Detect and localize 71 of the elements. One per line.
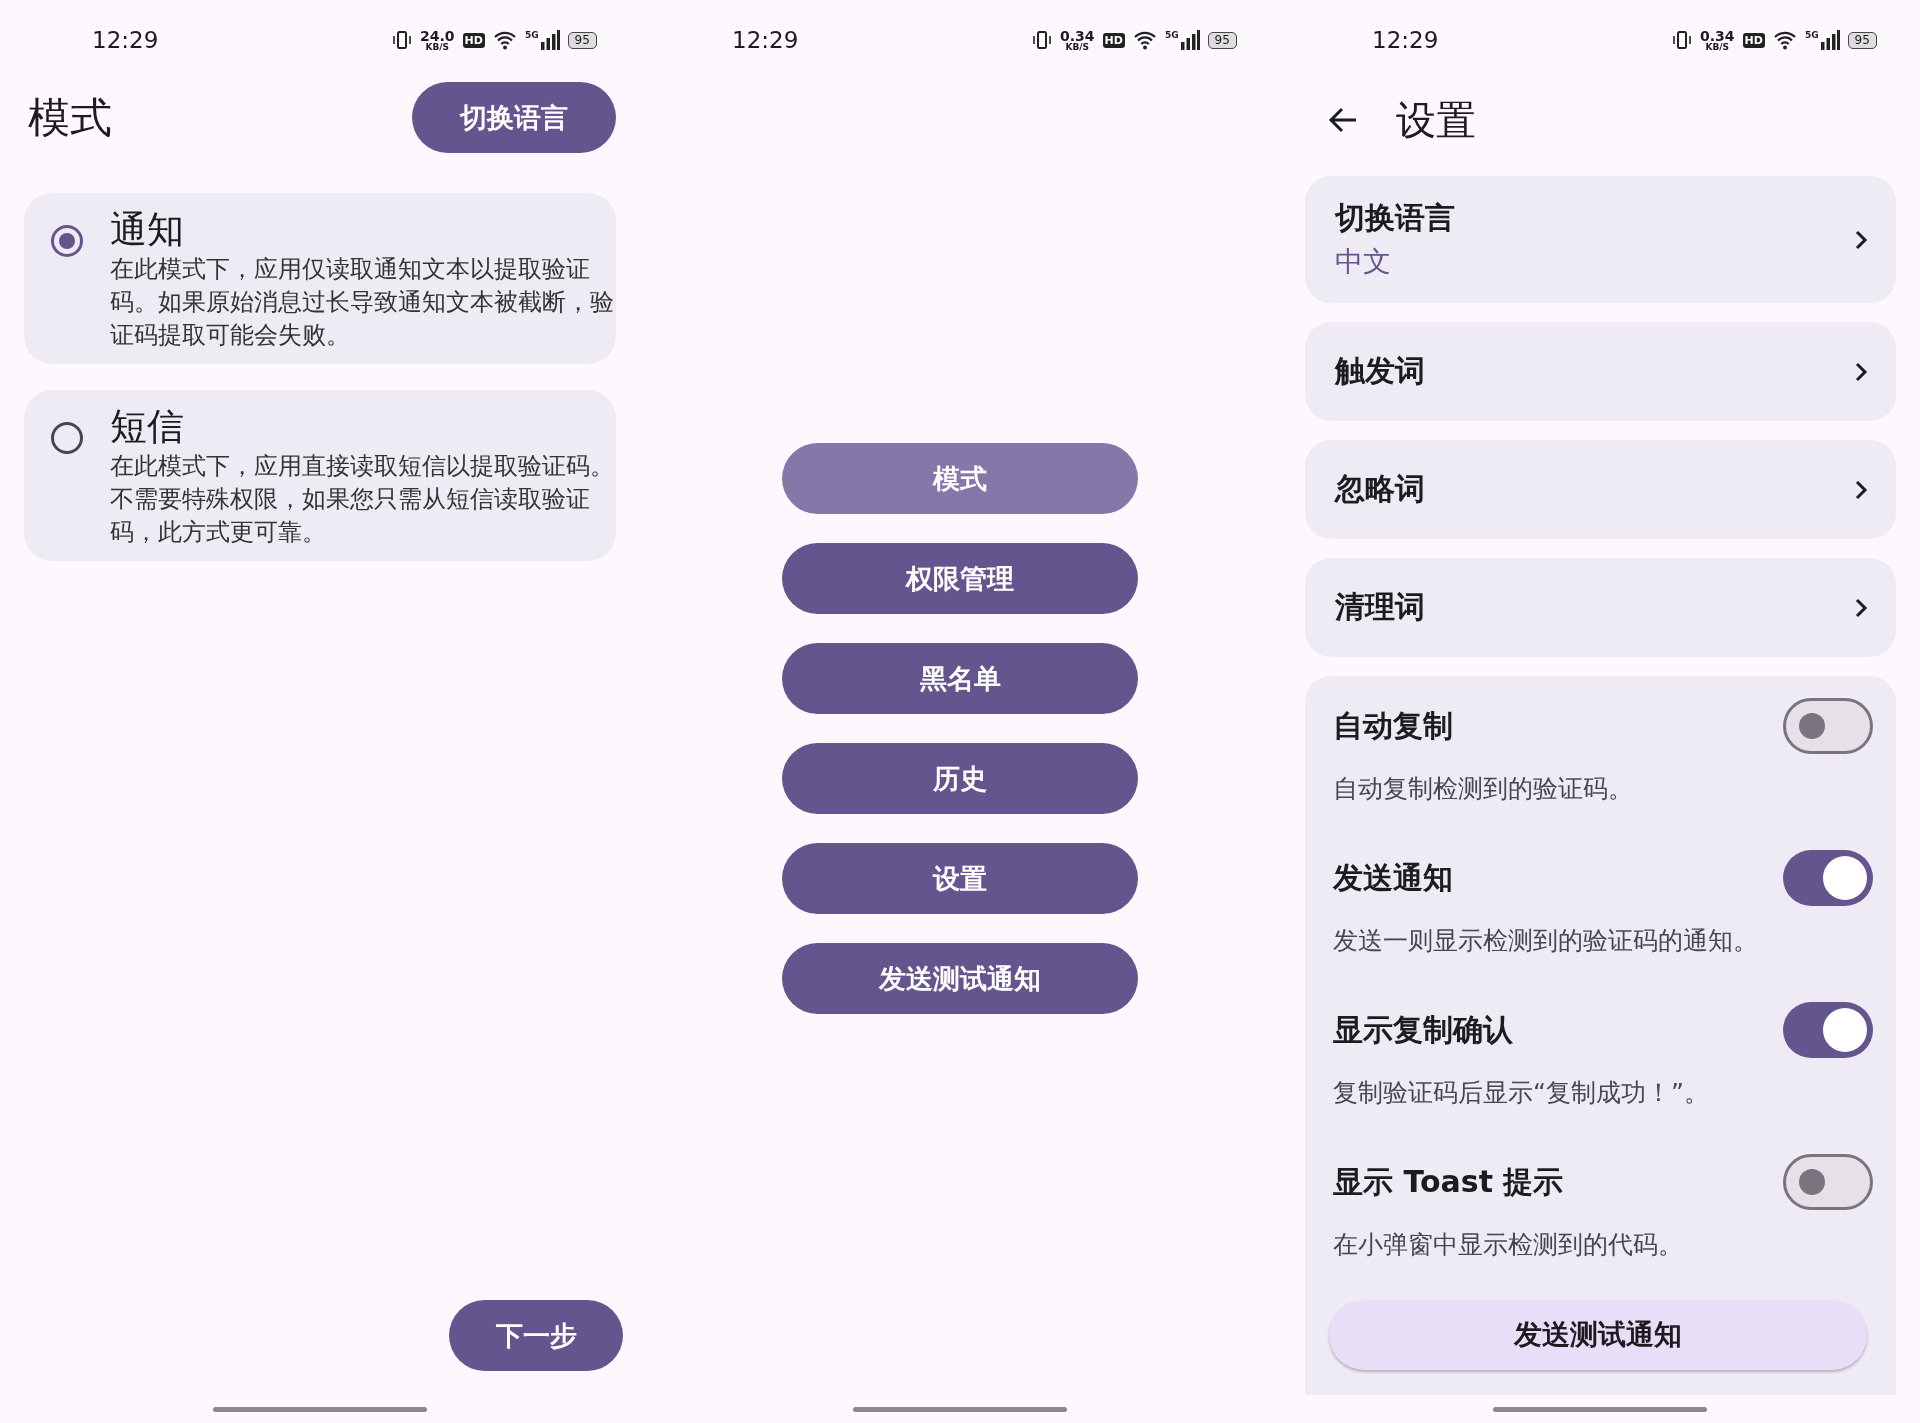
- mode-option-card[interactable]: 短信 在此模式下，应用直接读取短信以提取验证码。不需要特殊权限，如果您只需从短信读取验证码，此方式更可靠。: [24, 390, 616, 561]
- settings-item[interactable]: 清理词: [1305, 558, 1896, 657]
- toggle-description: 发送一则显示检测到的验证码的通知。: [1333, 926, 1759, 956]
- page-title: 设置: [1396, 95, 1476, 145]
- status-time: 12:29: [1372, 27, 1440, 53]
- menu-button[interactable]: 黑名单: [782, 643, 1138, 714]
- mode-option-card[interactable]: 通知 在此模式下，应用仅读取通知文本以提取验证码。如果原始消息过长导致通知文本被截断，验证码提取可能会失败。: [24, 193, 616, 364]
- toggle-title: 显示复制确认: [1333, 1010, 1513, 1049]
- settings-item-title: 触发词: [1335, 352, 1425, 390]
- toggle-switch[interactable]: [1783, 698, 1873, 754]
- toggle-switch[interactable]: [1783, 850, 1873, 906]
- chevron-right-icon: [1854, 596, 1868, 619]
- back-arrow-icon[interactable]: [1328, 107, 1358, 133]
- menu-button[interactable]: 发送测试通知: [782, 943, 1138, 1014]
- toggle-switch[interactable]: [1783, 1154, 1873, 1210]
- chevron-right-icon: [1854, 360, 1868, 383]
- signal-icon: [539, 30, 560, 50]
- settings-item[interactable]: 忽略词: [1305, 440, 1896, 539]
- network-type: 5G: [1164, 30, 1179, 40]
- vibrate-icon: [392, 30, 412, 50]
- hd-badge: HD: [462, 32, 485, 48]
- settings-item[interactable]: 切换语言 中文: [1305, 176, 1896, 303]
- option-title: 短信: [110, 404, 185, 450]
- settings-item-title: 切换语言: [1335, 199, 1455, 237]
- settings-item-value: 中文: [1335, 244, 1392, 280]
- option-description: 在此模式下，应用直接读取短信以提取验证码。不需要特殊权限，如果您只需从短信读取验证码，此方式更可靠。: [110, 451, 615, 548]
- chevron-right-icon: [1854, 478, 1868, 501]
- wifi-icon: [492, 30, 517, 50]
- menu-button[interactable]: 设置: [782, 843, 1138, 914]
- speed-unit: KB/S: [425, 42, 450, 52]
- menu-button[interactable]: 历史: [782, 743, 1138, 814]
- battery-level: 95: [567, 31, 597, 49]
- option-description: 在此模式下，应用仅读取通知文本以提取验证码。如果原始消息过长导致通知文本被截断，验证码提取可能会失败。: [110, 254, 615, 351]
- signal-icon: [1819, 30, 1840, 50]
- network-speed: 24.0: [420, 28, 455, 43]
- speed-unit: KB/S: [1705, 42, 1730, 52]
- wifi-icon: [1132, 30, 1157, 50]
- chevron-right-icon: [1854, 228, 1868, 251]
- menu-button[interactable]: 权限管理: [782, 543, 1138, 614]
- status-time: 12:29: [92, 27, 160, 53]
- toggle-switch[interactable]: [1783, 1002, 1873, 1058]
- wifi-icon: [1772, 30, 1797, 50]
- radio-button[interactable]: [51, 422, 83, 454]
- signal-icon: [1179, 30, 1200, 50]
- next-button[interactable]: 下一步: [449, 1300, 623, 1371]
- hd-badge: HD: [1102, 32, 1125, 48]
- vibrate-icon: [1672, 30, 1692, 50]
- toggle-description: 在小弹窗中显示检测到的代码。: [1333, 1230, 1684, 1260]
- send-test-notification-button[interactable]: 发送测试通知: [1329, 1300, 1867, 1370]
- toggle-description: 自动复制检测到的验证码。: [1333, 774, 1634, 804]
- network-speed: 0.34: [1060, 28, 1095, 43]
- toggle-title: 显示 Toast 提示: [1333, 1162, 1564, 1201]
- option-title: 通知: [110, 207, 185, 253]
- status-time: 12:29: [732, 27, 800, 53]
- toggle-title: 发送通知: [1333, 858, 1453, 897]
- network-type: 5G: [524, 30, 539, 40]
- hd-badge: HD: [1742, 32, 1765, 48]
- battery-level: 95: [1207, 31, 1237, 49]
- radio-button[interactable]: [51, 225, 83, 257]
- toggle-title: 自动复制: [1333, 706, 1453, 745]
- vibrate-icon: [1032, 30, 1052, 50]
- settings-item-title: 清理词: [1335, 588, 1425, 626]
- language-button[interactable]: 切换语言: [412, 82, 616, 153]
- network-speed: 0.34: [1700, 28, 1735, 43]
- page-title: 模式: [28, 91, 112, 144]
- settings-item[interactable]: 触发词: [1305, 322, 1896, 421]
- toggle-description: 复制验证码后显示“复制成功！”。: [1333, 1078, 1710, 1108]
- network-type: 5G: [1804, 30, 1819, 40]
- speed-unit: KB/S: [1065, 42, 1090, 52]
- battery-level: 95: [1847, 31, 1877, 49]
- settings-item-title: 忽略词: [1335, 470, 1425, 508]
